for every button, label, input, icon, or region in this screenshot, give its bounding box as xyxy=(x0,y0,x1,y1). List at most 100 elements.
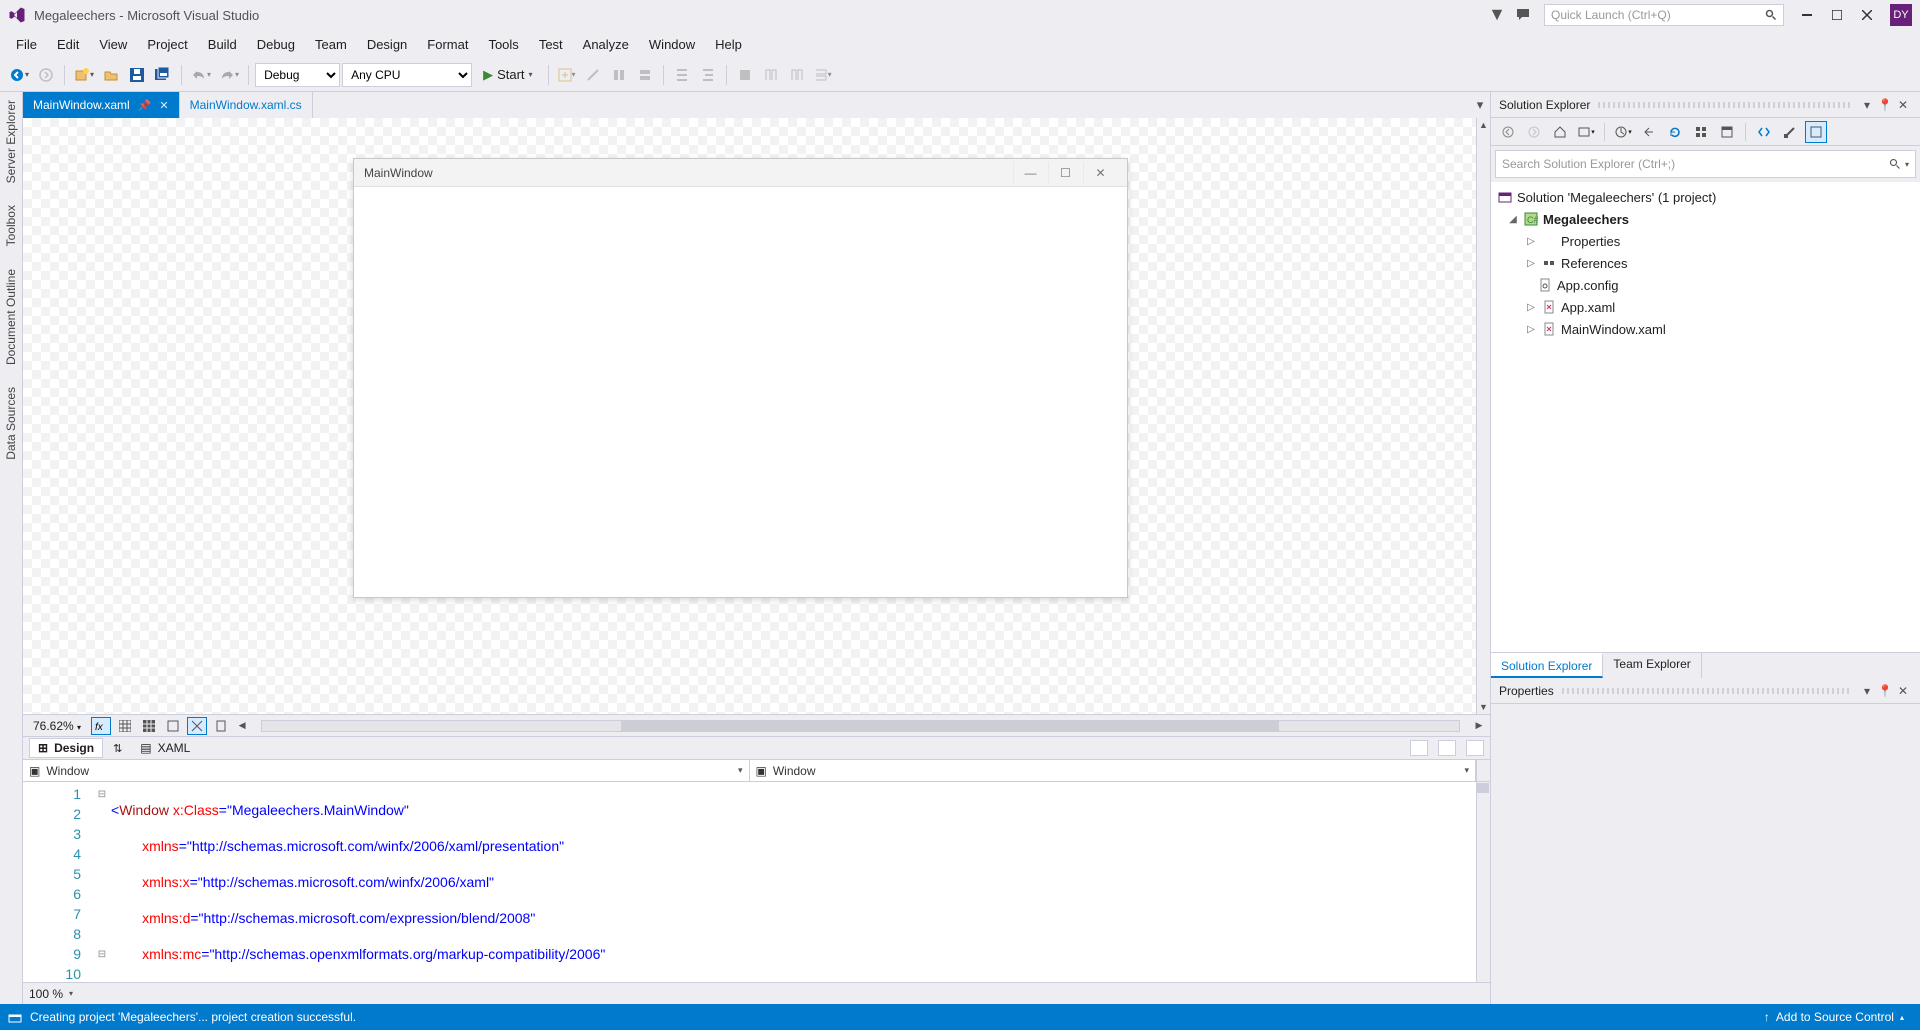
expander-icon[interactable]: ◢ xyxy=(1507,214,1519,225)
menu-test[interactable]: Test xyxy=(529,33,573,56)
xaml-tab[interactable]: ▤XAML xyxy=(132,739,198,757)
configuration-select[interactable]: Debug xyxy=(255,63,340,87)
hscroll-right[interactable]: ▶ xyxy=(1472,720,1486,731)
panel-menu-button[interactable]: ▾ xyxy=(1858,96,1876,114)
undo-button[interactable]: ▾ xyxy=(188,63,214,87)
tree-appconfig-node[interactable]: App.config xyxy=(1491,274,1920,296)
code-zoom-label[interactable]: 100 % xyxy=(29,987,63,1001)
tree-properties-node[interactable]: ▷ Properties xyxy=(1491,230,1920,252)
maximize-button[interactable] xyxy=(1822,4,1852,26)
code-split-grip[interactable] xyxy=(1477,783,1489,793)
menu-debug[interactable]: Debug xyxy=(247,33,305,56)
tree-project-node[interactable]: ◢ C# Megaleechers xyxy=(1491,208,1920,230)
designer-zoom-level[interactable]: 76.62% ▾ xyxy=(27,719,87,733)
expander-icon[interactable]: ▷ xyxy=(1525,324,1537,335)
rail-toolbox[interactable]: Toolbox xyxy=(4,201,18,250)
design-tab[interactable]: ⊞Design xyxy=(29,738,103,758)
tb-icon-1[interactable]: ▾ xyxy=(555,63,579,87)
collapse-pane-button[interactable] xyxy=(1466,740,1484,756)
snap-grid-toggle[interactable] xyxy=(139,717,159,735)
user-badge[interactable]: DY xyxy=(1890,4,1912,26)
tab-overflow-button[interactable]: ▾ xyxy=(1470,92,1490,118)
tb-icon-10[interactable]: ▾ xyxy=(811,63,835,87)
save-all-button[interactable] xyxy=(151,63,175,87)
new-project-button[interactable]: ▾ xyxy=(71,63,97,87)
xaml-designer-surface[interactable]: MainWindow — ☐ ✕ ▲ ▼ xyxy=(23,118,1490,714)
effects-toggle[interactable]: fx xyxy=(91,717,111,735)
code-vertical-scrollbar[interactable] xyxy=(1476,782,1490,982)
tab-team-explorer[interactable]: Team Explorer xyxy=(1603,653,1701,678)
swap-panes-button[interactable]: ⇅ xyxy=(113,742,122,755)
se-fwd-button[interactable] xyxy=(1523,121,1545,143)
se-back-button[interactable] xyxy=(1497,121,1519,143)
panel-close-button[interactable]: ✕ xyxy=(1894,682,1912,700)
panel-close-button[interactable]: ✕ xyxy=(1894,96,1912,114)
nav-forward-button[interactable] xyxy=(34,63,58,87)
snaplines-toggle[interactable] xyxy=(163,717,183,735)
panel-pin-button[interactable]: 📍 xyxy=(1876,682,1894,700)
expander-icon[interactable]: ▷ xyxy=(1525,236,1537,247)
fold-gutter[interactable]: ⊟⊟ xyxy=(93,782,111,982)
menu-window[interactable]: Window xyxy=(639,33,705,56)
se-collapse-button[interactable] xyxy=(1638,121,1660,143)
grid-toggle[interactable] xyxy=(115,717,135,735)
menu-team[interactable]: Team xyxy=(305,33,357,56)
designer-vertical-scrollbar[interactable]: ▲ ▼ xyxy=(1476,118,1490,714)
expander-icon[interactable]: ▷ xyxy=(1525,302,1537,313)
redo-button[interactable]: ▾ xyxy=(216,63,242,87)
se-refresh-button[interactable] xyxy=(1664,121,1686,143)
solution-explorer-search[interactable]: Search Solution Explorer (Ctrl+;) ▾ xyxy=(1495,150,1916,178)
tb-icon-4[interactable] xyxy=(633,63,657,87)
menu-tools[interactable]: Tools xyxy=(478,33,528,56)
snap-toggle[interactable] xyxy=(187,717,207,735)
tb-icon-8[interactable] xyxy=(759,63,783,87)
elem-row-scroll[interactable] xyxy=(1476,760,1490,781)
menu-help[interactable]: Help xyxy=(705,33,752,56)
panel-pin-button[interactable]: 📍 xyxy=(1876,96,1894,114)
tree-appxaml-node[interactable]: ▷ App.xaml xyxy=(1491,296,1920,318)
platform-select[interactable]: Any CPU xyxy=(342,63,472,87)
se-preview-button[interactable] xyxy=(1716,121,1738,143)
tree-references-node[interactable]: ▷ References xyxy=(1491,252,1920,274)
start-debug-button[interactable]: ▶ Start ▾ xyxy=(474,63,541,87)
tb-icon-7[interactable] xyxy=(733,63,757,87)
menu-analyze[interactable]: Analyze xyxy=(573,33,639,56)
se-sync-button[interactable]: ▾ xyxy=(1575,121,1597,143)
se-properties-button[interactable] xyxy=(1779,121,1801,143)
element-member-select[interactable]: ▣Window▾ xyxy=(750,760,1477,781)
tb-icon-2[interactable] xyxy=(581,63,605,87)
pin-icon[interactable]: 📌 xyxy=(138,99,152,112)
se-showall-button[interactable] xyxy=(1690,121,1712,143)
menu-view[interactable]: View xyxy=(89,33,137,56)
code-body[interactable]: <Window x:Class="Megaleechers.MainWindow… xyxy=(111,782,1490,982)
tab-mainwindow-xaml[interactable]: MainWindow.xaml 📌 ✕ xyxy=(23,92,180,118)
designer-horizontal-scrollbar[interactable] xyxy=(261,720,1460,732)
close-button[interactable] xyxy=(1852,4,1882,26)
save-button[interactable] xyxy=(125,63,149,87)
rail-data-sources[interactable]: Data Sources xyxy=(4,383,18,464)
close-icon[interactable]: ✕ xyxy=(159,99,168,112)
minimize-button[interactable] xyxy=(1792,4,1822,26)
quick-launch-input[interactable]: Quick Launch (Ctrl+Q) xyxy=(1544,4,1784,26)
rail-server-explorer[interactable]: Server Explorer xyxy=(4,96,18,187)
tb-icon-5[interactable] xyxy=(670,63,694,87)
se-code-button[interactable] xyxy=(1753,121,1775,143)
tree-mainwindowxaml-node[interactable]: ▷ MainWindow.xaml xyxy=(1491,318,1920,340)
menu-build[interactable]: Build xyxy=(198,33,247,56)
feedback-icon[interactable] xyxy=(1510,4,1536,26)
tree-solution-node[interactable]: Solution 'Megaleechers' (1 project) xyxy=(1491,186,1920,208)
se-designer-button[interactable] xyxy=(1805,121,1827,143)
split-horizontal-button[interactable] xyxy=(1438,740,1456,756)
nav-back-button[interactable]: ▾ xyxy=(6,63,32,87)
device-toggle[interactable] xyxy=(211,717,231,735)
add-source-control-button[interactable]: ↑ Add to Source Control ▴ xyxy=(1756,1010,1912,1024)
tb-icon-3[interactable] xyxy=(607,63,631,87)
tab-solution-explorer[interactable]: Solution Explorer xyxy=(1491,653,1603,678)
design-preview-window[interactable]: MainWindow — ☐ ✕ xyxy=(353,158,1128,598)
tab-mainwindow-xaml-cs[interactable]: MainWindow.xaml.cs xyxy=(180,92,313,118)
solution-tree[interactable]: Solution 'Megaleechers' (1 project) ◢ C#… xyxy=(1491,182,1920,652)
menu-project[interactable]: Project xyxy=(137,33,197,56)
menu-file[interactable]: File xyxy=(6,33,47,56)
open-file-button[interactable] xyxy=(99,63,123,87)
panel-menu-button[interactable]: ▾ xyxy=(1858,682,1876,700)
